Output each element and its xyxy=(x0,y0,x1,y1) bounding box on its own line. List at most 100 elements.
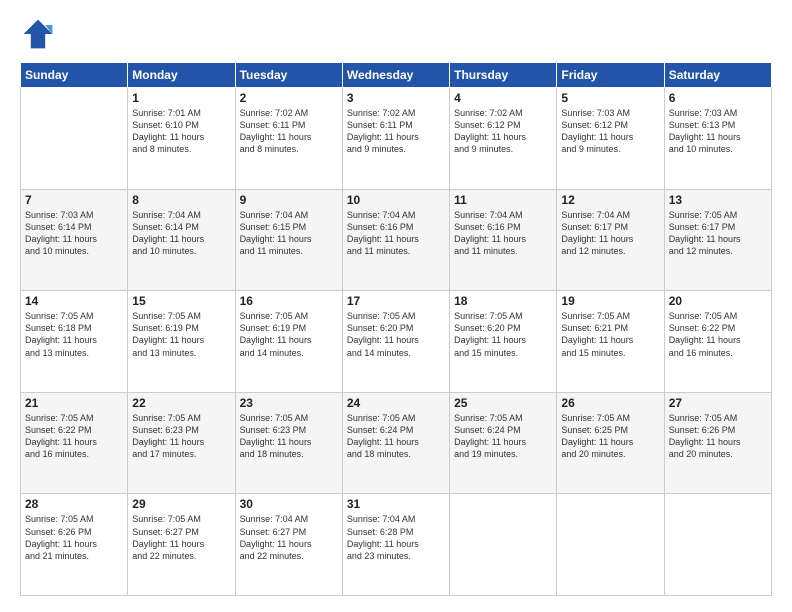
day-number: 31 xyxy=(347,497,445,511)
day-info: Sunrise: 7:05 AM Sunset: 6:26 PM Dayligh… xyxy=(25,513,123,562)
day-info: Sunrise: 7:05 AM Sunset: 6:24 PM Dayligh… xyxy=(454,412,552,461)
header-day-sunday: Sunday xyxy=(21,63,128,88)
week-row-4: 28 Sunrise: 7:05 AM Sunset: 6:26 PM Dayli… xyxy=(21,494,772,596)
day-info: Sunrise: 7:04 AM Sunset: 6:17 PM Dayligh… xyxy=(561,209,659,258)
day-cell: 16 Sunrise: 7:05 AM Sunset: 6:19 PM Dayli… xyxy=(235,291,342,393)
day-cell: 14 Sunrise: 7:05 AM Sunset: 6:18 PM Dayli… xyxy=(21,291,128,393)
day-cell: 17 Sunrise: 7:05 AM Sunset: 6:20 PM Dayli… xyxy=(342,291,449,393)
header-day-thursday: Thursday xyxy=(450,63,557,88)
day-cell: 7 Sunrise: 7:03 AM Sunset: 6:14 PM Daylig… xyxy=(21,189,128,291)
day-number: 26 xyxy=(561,396,659,410)
day-number: 19 xyxy=(561,294,659,308)
day-info: Sunrise: 7:01 AM Sunset: 6:10 PM Dayligh… xyxy=(132,107,230,156)
header-day-friday: Friday xyxy=(557,63,664,88)
day-info: Sunrise: 7:05 AM Sunset: 6:19 PM Dayligh… xyxy=(240,310,338,359)
day-number: 2 xyxy=(240,91,338,105)
day-cell: 24 Sunrise: 7:05 AM Sunset: 6:24 PM Dayli… xyxy=(342,392,449,494)
header-row: SundayMondayTuesdayWednesdayThursdayFrid… xyxy=(21,63,772,88)
day-info: Sunrise: 7:05 AM Sunset: 6:24 PM Dayligh… xyxy=(347,412,445,461)
day-number: 25 xyxy=(454,396,552,410)
week-row-2: 14 Sunrise: 7:05 AM Sunset: 6:18 PM Dayli… xyxy=(21,291,772,393)
day-info: Sunrise: 7:05 AM Sunset: 6:20 PM Dayligh… xyxy=(347,310,445,359)
header-day-tuesday: Tuesday xyxy=(235,63,342,88)
day-cell: 26 Sunrise: 7:05 AM Sunset: 6:25 PM Dayli… xyxy=(557,392,664,494)
day-number: 30 xyxy=(240,497,338,511)
day-number: 27 xyxy=(669,396,767,410)
day-number: 24 xyxy=(347,396,445,410)
day-cell: 13 Sunrise: 7:05 AM Sunset: 6:17 PM Dayli… xyxy=(664,189,771,291)
day-cell xyxy=(664,494,771,596)
day-number: 21 xyxy=(25,396,123,410)
day-info: Sunrise: 7:05 AM Sunset: 6:18 PM Dayligh… xyxy=(25,310,123,359)
day-cell: 30 Sunrise: 7:04 AM Sunset: 6:27 PM Dayli… xyxy=(235,494,342,596)
day-number: 23 xyxy=(240,396,338,410)
week-row-1: 7 Sunrise: 7:03 AM Sunset: 6:14 PM Daylig… xyxy=(21,189,772,291)
day-cell: 22 Sunrise: 7:05 AM Sunset: 6:23 PM Dayli… xyxy=(128,392,235,494)
header-day-saturday: Saturday xyxy=(664,63,771,88)
day-cell: 9 Sunrise: 7:04 AM Sunset: 6:15 PM Daylig… xyxy=(235,189,342,291)
day-info: Sunrise: 7:03 AM Sunset: 6:14 PM Dayligh… xyxy=(25,209,123,258)
day-number: 17 xyxy=(347,294,445,308)
day-info: Sunrise: 7:04 AM Sunset: 6:27 PM Dayligh… xyxy=(240,513,338,562)
calendar-header: SundayMondayTuesdayWednesdayThursdayFrid… xyxy=(21,63,772,88)
day-info: Sunrise: 7:04 AM Sunset: 6:16 PM Dayligh… xyxy=(454,209,552,258)
day-number: 22 xyxy=(132,396,230,410)
day-number: 13 xyxy=(669,193,767,207)
day-info: Sunrise: 7:05 AM Sunset: 6:20 PM Dayligh… xyxy=(454,310,552,359)
day-cell: 15Sunrise: 7:05 AM Sunset: 6:19 PM Dayli… xyxy=(128,291,235,393)
day-info: Sunrise: 7:04 AM Sunset: 6:16 PM Dayligh… xyxy=(347,209,445,258)
day-cell: 27 Sunrise: 7:05 AM Sunset: 6:26 PM Dayli… xyxy=(664,392,771,494)
day-info: Sunrise: 7:05 AM Sunset: 6:25 PM Dayligh… xyxy=(561,412,659,461)
day-info: Sunrise: 7:05 AM Sunset: 6:27 PM Dayligh… xyxy=(132,513,230,562)
day-info: Sunrise: 7:05 AM Sunset: 6:17 PM Dayligh… xyxy=(669,209,767,258)
day-info: Sunrise: 7:05 AM Sunset: 6:22 PM Dayligh… xyxy=(25,412,123,461)
day-info: Sunrise: 7:03 AM Sunset: 6:12 PM Dayligh… xyxy=(561,107,659,156)
day-cell: 5Sunrise: 7:03 AM Sunset: 6:12 PM Daylig… xyxy=(557,88,664,190)
day-info: Sunrise: 7:04 AM Sunset: 6:14 PM Dayligh… xyxy=(132,209,230,258)
day-cell: 19 Sunrise: 7:05 AM Sunset: 6:21 PM Dayli… xyxy=(557,291,664,393)
day-number: 14 xyxy=(25,294,123,308)
day-cell xyxy=(21,88,128,190)
day-info: Sunrise: 7:05 AM Sunset: 6:21 PM Dayligh… xyxy=(561,310,659,359)
day-cell: 2Sunrise: 7:02 AM Sunset: 6:11 PM Daylig… xyxy=(235,88,342,190)
day-number: 16 xyxy=(240,294,338,308)
day-cell: 23Sunrise: 7:05 AM Sunset: 6:23 PM Dayli… xyxy=(235,392,342,494)
day-cell: 21 Sunrise: 7:05 AM Sunset: 6:22 PM Dayli… xyxy=(21,392,128,494)
day-number: 28 xyxy=(25,497,123,511)
day-cell xyxy=(450,494,557,596)
week-row-0: 1Sunrise: 7:01 AM Sunset: 6:10 PM Daylig… xyxy=(21,88,772,190)
day-info: Sunrise: 7:05 AM Sunset: 6:26 PM Dayligh… xyxy=(669,412,767,461)
day-number: 29 xyxy=(132,497,230,511)
day-number: 6 xyxy=(669,91,767,105)
day-info: Sunrise: 7:05 AM Sunset: 6:19 PM Dayligh… xyxy=(132,310,230,359)
week-row-3: 21 Sunrise: 7:05 AM Sunset: 6:22 PM Dayli… xyxy=(21,392,772,494)
day-cell: 11 Sunrise: 7:04 AM Sunset: 6:16 PM Dayli… xyxy=(450,189,557,291)
day-cell: 25 Sunrise: 7:05 AM Sunset: 6:24 PM Dayli… xyxy=(450,392,557,494)
day-cell: 3Sunrise: 7:02 AM Sunset: 6:11 PM Daylig… xyxy=(342,88,449,190)
day-number: 11 xyxy=(454,193,552,207)
page: SundayMondayTuesdayWednesdayThursdayFrid… xyxy=(0,0,792,612)
day-cell: 1Sunrise: 7:01 AM Sunset: 6:10 PM Daylig… xyxy=(128,88,235,190)
logo xyxy=(20,16,60,52)
day-number: 8 xyxy=(132,193,230,207)
day-number: 7 xyxy=(25,193,123,207)
day-number: 9 xyxy=(240,193,338,207)
day-info: Sunrise: 7:04 AM Sunset: 6:28 PM Dayligh… xyxy=(347,513,445,562)
day-cell: 31 Sunrise: 7:04 AM Sunset: 6:28 PM Dayli… xyxy=(342,494,449,596)
day-info: Sunrise: 7:04 AM Sunset: 6:15 PM Dayligh… xyxy=(240,209,338,258)
day-cell: 10 Sunrise: 7:04 AM Sunset: 6:16 PM Dayli… xyxy=(342,189,449,291)
header xyxy=(20,16,772,52)
day-cell: 29 Sunrise: 7:05 AM Sunset: 6:27 PM Dayli… xyxy=(128,494,235,596)
day-info: Sunrise: 7:05 AM Sunset: 6:23 PM Dayligh… xyxy=(132,412,230,461)
calendar-table: SundayMondayTuesdayWednesdayThursdayFrid… xyxy=(20,62,772,596)
day-info: Sunrise: 7:02 AM Sunset: 6:11 PM Dayligh… xyxy=(347,107,445,156)
day-number: 12 xyxy=(561,193,659,207)
day-cell: 12 Sunrise: 7:04 AM Sunset: 6:17 PM Dayli… xyxy=(557,189,664,291)
header-day-monday: Monday xyxy=(128,63,235,88)
day-number: 10 xyxy=(347,193,445,207)
calendar-body: 1Sunrise: 7:01 AM Sunset: 6:10 PM Daylig… xyxy=(21,88,772,596)
day-info: Sunrise: 7:03 AM Sunset: 6:13 PM Dayligh… xyxy=(669,107,767,156)
day-cell: 8 Sunrise: 7:04 AM Sunset: 6:14 PM Daylig… xyxy=(128,189,235,291)
day-cell: 18Sunrise: 7:05 AM Sunset: 6:20 PM Dayli… xyxy=(450,291,557,393)
day-cell: 20Sunrise: 7:05 AM Sunset: 6:22 PM Dayli… xyxy=(664,291,771,393)
